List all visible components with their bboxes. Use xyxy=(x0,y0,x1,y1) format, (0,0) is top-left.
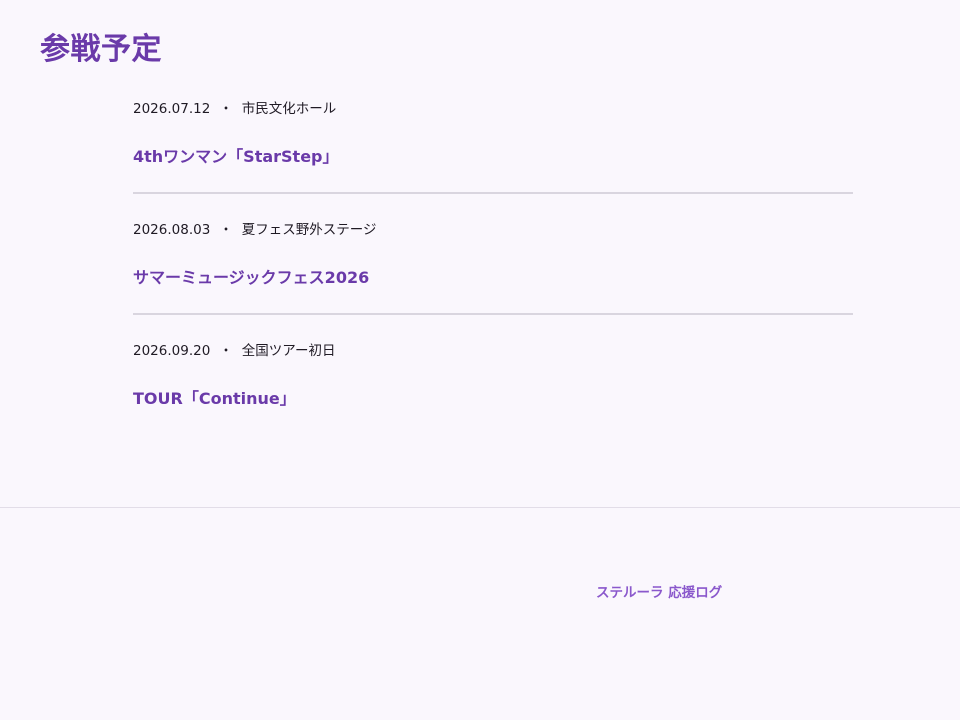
event-title: TOUR「Continue」 xyxy=(133,389,296,408)
event-divider xyxy=(133,313,853,315)
event-meta: 2026.08.03 ・夏フェス野外ステージ xyxy=(133,220,377,240)
event-item: 2026.09.20 ・全国ツアー初日 TOUR「Continue」 xyxy=(133,334,853,455)
event-date: 2026.09.20 xyxy=(133,343,211,359)
event-date: 2026.07.12 xyxy=(133,101,211,117)
event-venue: 全国ツアー初日 xyxy=(241,343,336,359)
event-divider xyxy=(133,192,853,194)
footer-brand: ステルーラ 応援ログ xyxy=(596,585,723,601)
meta-separator: ・ xyxy=(219,222,233,238)
event-item: 2026.08.03 ・夏フェス野外ステージ サマーミュージックフェス2026 xyxy=(133,213,853,334)
meta-separator: ・ xyxy=(219,101,233,117)
event-venue: 市民文化ホール xyxy=(241,101,337,117)
event-item: 2026.07.12 ・市民文化ホール 4thワンマン「StarStep」 xyxy=(133,92,853,213)
page-title: 参戦予定 xyxy=(40,32,162,67)
event-date: 2026.08.03 xyxy=(133,222,211,238)
event-meta: 2026.07.12 ・市民文化ホール xyxy=(133,99,336,119)
event-list: 2026.07.12 ・市民文化ホール 4thワンマン「StarStep」 202… xyxy=(133,92,853,455)
event-meta: 2026.09.20 ・全国ツアー初日 xyxy=(133,341,336,361)
meta-separator: ・ xyxy=(219,343,233,359)
event-venue: 夏フェス野外ステージ xyxy=(241,222,377,238)
footer-divider xyxy=(0,507,960,508)
event-title: 4thワンマン「StarStep」 xyxy=(133,147,339,166)
event-title: サマーミュージックフェス2026 xyxy=(133,268,370,287)
